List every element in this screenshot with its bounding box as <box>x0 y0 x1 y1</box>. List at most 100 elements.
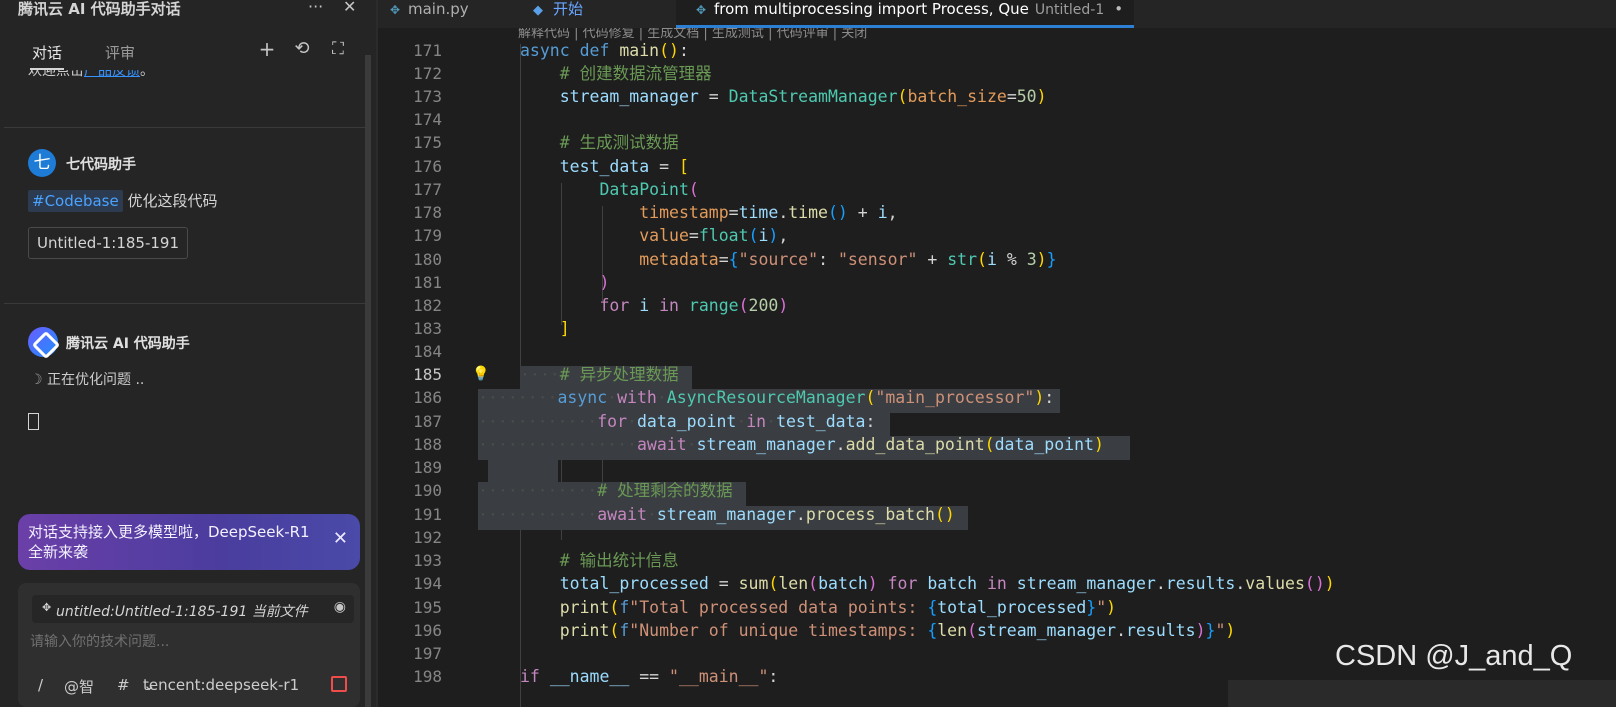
welcome-text-clipped: 欢迎点击产品反馈。 <box>28 70 338 88</box>
slash-command-button[interactable]: / <box>38 676 43 694</box>
line-number: 195 <box>413 598 442 617</box>
tab-sublabel: Untitled-1 <box>1034 2 1105 18</box>
feedback-link[interactable]: 产品反馈 <box>84 70 140 79</box>
vscode-icon: ◆ <box>533 3 543 18</box>
code-text: if __name__ == "__main__": <box>520 667 779 686</box>
tab-untitled-1[interactable]: ✥ from multiprocessing import Process, Qu… <box>676 0 1134 28</box>
code-editor[interactable]: 解释代码 | 代码修复 | 生成文档 | 生成测试 | 代码评审 | 关闭 17… <box>378 28 1616 707</box>
code-text: # 输出统计信息 <box>559 551 679 570</box>
watermark: CSDN @J_and_Q <box>1335 640 1573 672</box>
chat-input-area: ✥ untitled:Untitled-1:185-191 当前文件 ◉ / @… <box>18 583 360 707</box>
line-number: 175 <box>413 133 442 152</box>
tab-label: 开始 <box>553 0 584 18</box>
code-text: ············# 处理剩余的数据 <box>478 481 733 500</box>
codebase-tag[interactable]: #Codebase <box>28 190 123 212</box>
message-text: 优化这段代码 <box>127 192 218 210</box>
panel-title: 腾讯云 AI 代码助手对话 <box>18 0 181 18</box>
code-line: 187 ············for·data_point·in·test_da… <box>378 410 1616 434</box>
context-file-chip[interactable]: ✥ untitled:Untitled-1:185-191 当前文件 ◉ <box>32 595 354 623</box>
tab-welcome[interactable]: ◆ 开始 <box>523 0 653 28</box>
code-line: 179 value=float(i), <box>378 224 1616 248</box>
code-text: ) <box>599 273 610 292</box>
line-number: 177 <box>413 180 442 199</box>
ai-assistant-panel: 腾讯云 AI 代码助手对话 ··· ✕ 对话 评审 + ⟲ ⛶ 欢迎点击产品反馈… <box>0 0 376 707</box>
divider <box>4 127 366 128</box>
code-line: 182 for i in range(200) <box>378 294 1616 318</box>
code-line: 193 # 输出统计信息 <box>378 549 1616 573</box>
unsaved-dot-icon[interactable]: • <box>1114 0 1123 18</box>
code-text: ········async·with·AsyncResourceManager(… <box>478 388 1055 407</box>
line-number: 173 <box>413 87 442 106</box>
code-line: 171 async def main(): <box>378 39 1616 63</box>
line-number: 184 <box>413 342 442 361</box>
promo-banner: 对话支持接入更多模型啦，DeepSeek-R1 全新来袭 ✕ <box>18 514 360 570</box>
line-number: 181 <box>413 273 442 292</box>
code-text: stream_manager = DataStreamManager(batch… <box>559 87 1047 106</box>
file-reference-chip[interactable]: Untitled-1:185-191 <box>28 227 189 259</box>
code-line: 181 ) <box>378 271 1616 295</box>
code-text: ] <box>559 319 570 338</box>
code-line: 173 stream_manager = DataStreamManager(b… <box>378 85 1616 109</box>
code-text: total_processed = sum(len(batch) for bat… <box>559 574 1335 593</box>
line-number: 180 <box>413 250 442 269</box>
line-number: 182 <box>413 296 442 315</box>
hash-button[interactable]: # <box>117 676 130 694</box>
new-chat-icon[interactable]: + <box>256 38 278 60</box>
line-number: 174 <box>413 110 442 129</box>
python-file-icon: ✥ <box>42 601 52 614</box>
response-cursor <box>28 413 39 430</box>
code-text: print(f"Number of unique timestamps: {le… <box>559 621 1236 640</box>
panel-titlebar: 腾讯云 AI 代码助手对话 ··· ✕ <box>0 0 376 18</box>
panel-tabs: 对话 评审 <box>0 38 376 70</box>
code-line: 191 ············await·stream_manager.proc… <box>378 503 1616 527</box>
tab-main-py[interactable]: ✥ main.py <box>378 0 523 28</box>
assistant-name: 腾讯云 AI 代码助手 <box>66 336 190 352</box>
code-text: for i in range(200) <box>599 296 789 315</box>
tab-review[interactable]: 评审 <box>105 42 135 63</box>
user-avatar: 七 <box>28 149 56 177</box>
code-text: timestamp=time.time() + i, <box>639 203 898 222</box>
lightbulb-icon[interactable]: 💡 <box>472 363 489 387</box>
code-text: ············for·data_point·in·test_data: <box>478 412 876 431</box>
input-toolbar: / @智 # tencent:deepseek-r1 ⌄ <box>18 676 360 700</box>
close-panel-icon[interactable]: ✕ <box>343 0 356 16</box>
status-line: ☽ 正在优化问题 .. <box>30 369 144 389</box>
line-number: 193 <box>413 551 442 570</box>
code-line: 195 print(f"Total processed data points:… <box>378 596 1616 620</box>
assistant-avatar <box>28 327 58 357</box>
tab-label: from multiprocessing import Process, Que <box>714 0 1029 18</box>
stop-button[interactable] <box>331 676 347 692</box>
code-text: # 创建数据流管理器 <box>559 64 712 83</box>
code-line: 178 timestamp=time.time() + i, <box>378 201 1616 225</box>
line-number: 198 <box>413 667 442 686</box>
code-line: 189 <box>378 456 1616 480</box>
history-icon[interactable]: ⟲ <box>291 38 313 60</box>
chat-input[interactable] <box>30 631 348 653</box>
line-number: 188 <box>413 435 442 454</box>
expand-icon[interactable]: ⛶ <box>327 38 349 60</box>
code-text: ················await·stream_manager.add… <box>478 435 1104 454</box>
code-line: 188 ················await·stream_manager.… <box>378 433 1616 457</box>
code-line: 194 total_processed = sum(len(batch) for… <box>378 572 1616 596</box>
promo-text: 对话支持接入更多模型啦，DeepSeek-R1 全新来袭 <box>28 523 310 561</box>
code-line: 190 ············# 处理剩余的数据 <box>378 479 1616 503</box>
watermark-background <box>1228 680 1616 707</box>
code-line: 192 <box>378 526 1616 550</box>
code-line: 180 metadata={"source": "sensor" + str(i… <box>378 248 1616 272</box>
mention-button[interactable]: @智 <box>64 676 94 697</box>
tab-chat[interactable]: 对话 <box>29 42 65 70</box>
line-number: 196 <box>413 621 442 640</box>
python-icon: ✥ <box>390 3 401 17</box>
eye-icon[interactable]: ◉ <box>334 599 346 615</box>
divider <box>4 303 366 304</box>
code-line: 196 print(f"Number of unique timestamps:… <box>378 619 1616 643</box>
line-number: 171 <box>413 41 442 60</box>
panel-scrollbar[interactable] <box>365 55 371 707</box>
code-text: ············await·stream_manager.process… <box>478 505 955 524</box>
close-promo-icon[interactable]: ✕ <box>333 528 348 549</box>
line-number: 179 <box>413 226 442 245</box>
line-number: 186 <box>413 388 442 407</box>
more-actions-icon[interactable]: ··· <box>308 0 323 16</box>
user-name: 七代码助手 <box>66 157 136 173</box>
line-number: 189 <box>413 458 442 477</box>
